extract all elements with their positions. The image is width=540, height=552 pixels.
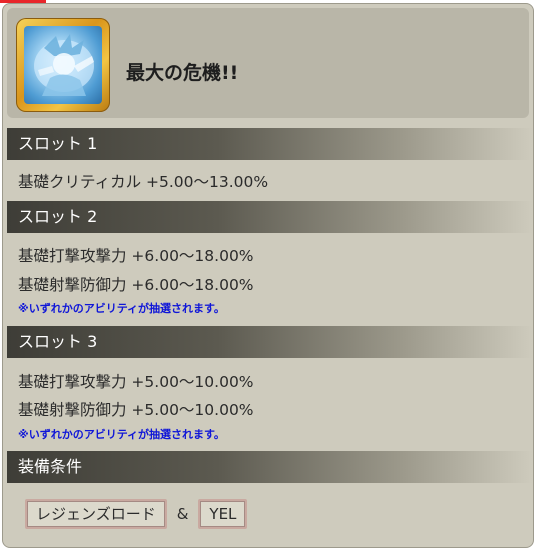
card-header: 最大の危機!! xyxy=(7,8,529,118)
slot-1-ability-1: 基礎クリティカル +5.00〜13.00% xyxy=(18,173,269,191)
portrait-art xyxy=(34,34,94,96)
slot-2-header: スロット 2 xyxy=(7,201,533,233)
slot-2-ability-2: 基礎射撃防御力 +6.00〜18.00% xyxy=(18,276,254,294)
condition-joiner: & xyxy=(176,505,189,523)
slot-3-ability-1: 基礎打撃攻撃力 +5.00〜10.00% xyxy=(18,373,254,391)
condition-tag-legends-road[interactable]: レジェンズロード xyxy=(25,499,167,529)
slot-2-ability-1: 基礎打撃攻撃力 +6.00〜18.00% xyxy=(18,247,254,265)
condition-tag-yel[interactable]: YEL xyxy=(198,499,248,529)
slot-1-header: スロット 1 xyxy=(7,128,533,160)
character-portrait-icon xyxy=(24,26,102,104)
equip-conditions-row: レジェンズロード & YEL xyxy=(25,499,248,529)
equip-conditions-header: 装備条件 xyxy=(7,451,533,483)
slot-3-ability-2: 基礎射撃防御力 +5.00〜10.00% xyxy=(18,401,254,419)
card-title: 最大の危機!! xyxy=(126,62,239,84)
slot-2-note: ※いずれかのアビリティが抽選されます。 xyxy=(18,302,225,315)
item-icon-frame xyxy=(16,18,110,112)
slot-3-header: スロット 3 xyxy=(7,326,533,358)
item-detail-card: 最大の危機!! スロット 1 基礎クリティカル +5.00〜13.00% スロッ… xyxy=(2,3,534,548)
slot-3-note: ※いずれかのアビリティが抽選されます。 xyxy=(18,428,225,441)
